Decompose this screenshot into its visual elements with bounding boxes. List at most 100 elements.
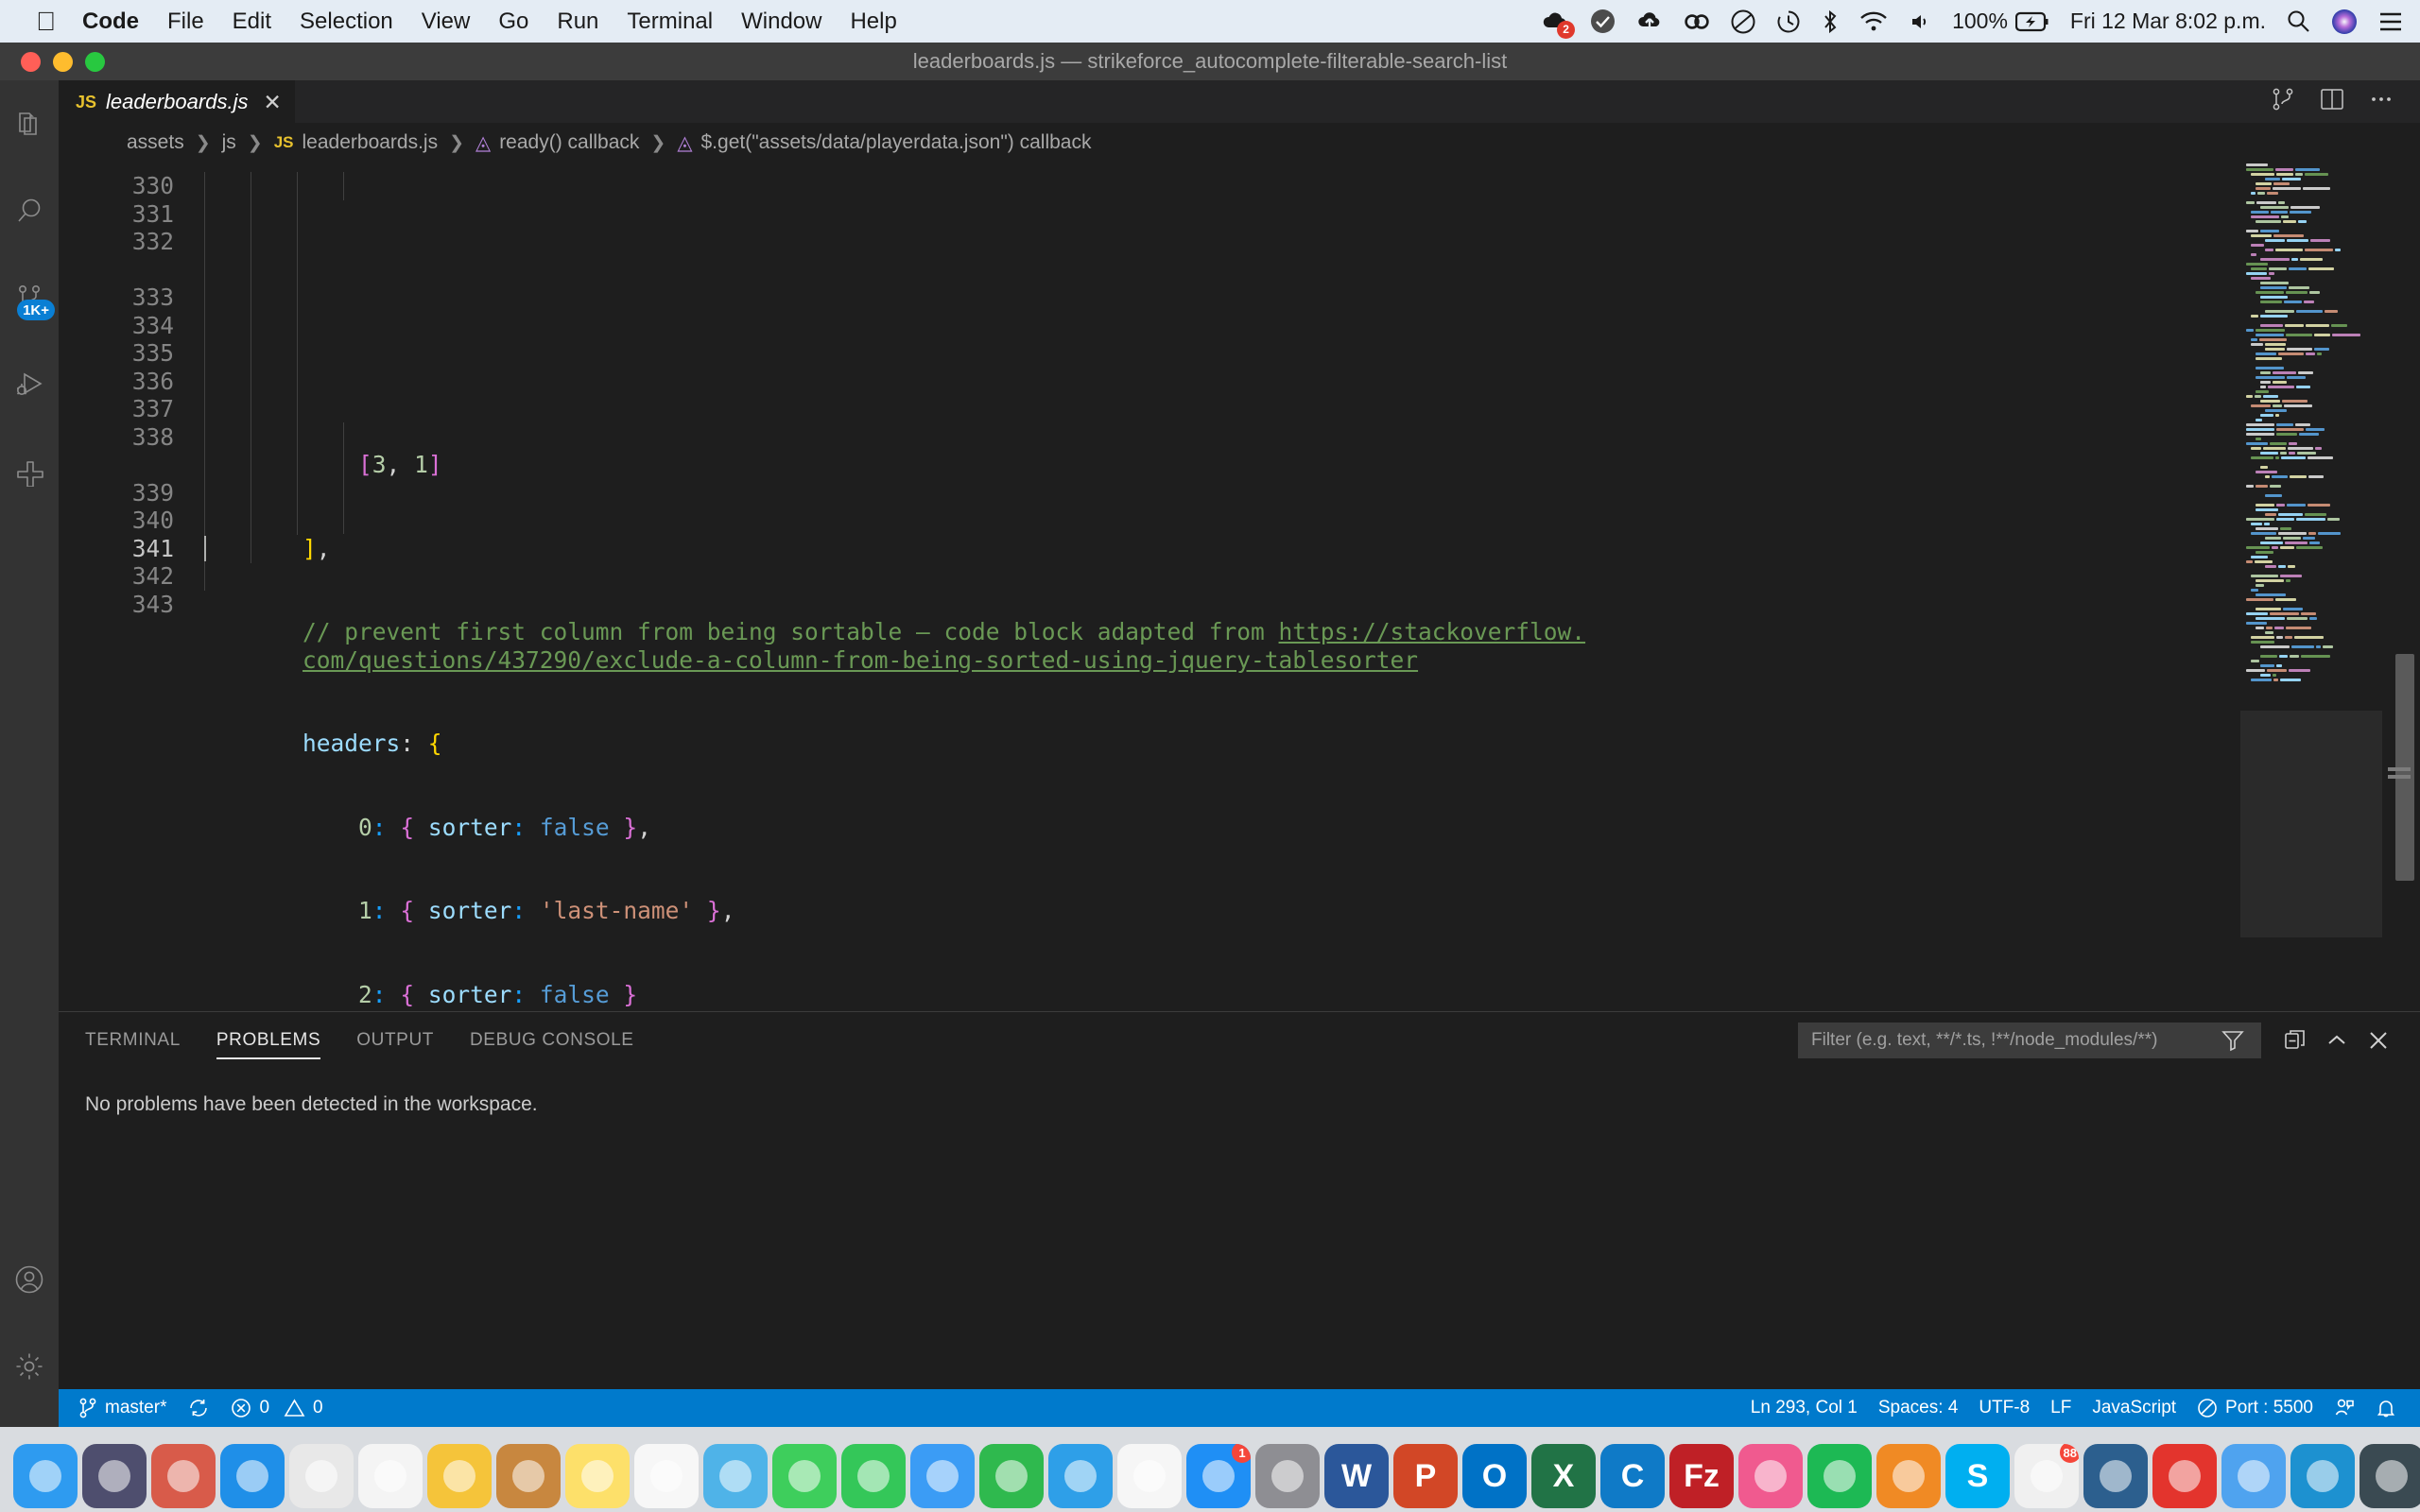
status-branch[interactable]: master* bbox=[68, 1398, 177, 1418]
dock-item-onedrive[interactable]: C bbox=[1600, 1444, 1665, 1508]
menu-bar-clock[interactable]: Fri 12 Mar 8:02 p.m. bbox=[2070, 9, 2266, 34]
dock-item-vscode[interactable] bbox=[2083, 1444, 2148, 1508]
menu-item-go[interactable]: Go bbox=[498, 9, 528, 35]
sidebar-item-search[interactable] bbox=[0, 167, 59, 254]
close-window-button[interactable] bbox=[21, 51, 41, 72]
dock-item-mail[interactable] bbox=[910, 1444, 975, 1508]
status-cursor-position[interactable]: Ln 293, Col 1 bbox=[1740, 1398, 1868, 1418]
status-remote-feedback[interactable] bbox=[2324, 1398, 2365, 1418]
breadcrumb-item-js[interactable]: js bbox=[222, 131, 236, 154]
maximize-panel-icon[interactable] bbox=[2316, 1020, 2358, 1061]
menu-item-terminal[interactable]: Terminal bbox=[627, 9, 713, 35]
time-machine-icon[interactable] bbox=[1776, 9, 1801, 34]
collapse-all-icon[interactable] bbox=[2274, 1020, 2316, 1061]
dock-item-word[interactable]: W bbox=[1324, 1444, 1389, 1508]
dock-item-skype[interactable]: S bbox=[1945, 1444, 2010, 1508]
bluetooth-icon[interactable] bbox=[1822, 9, 1839, 35]
dock-item-files[interactable] bbox=[496, 1444, 561, 1508]
battery-charging-icon[interactable] bbox=[2014, 11, 2049, 32]
status-indentation[interactable]: Spaces: 4 bbox=[1868, 1398, 1969, 1418]
tab-leaderboards-js[interactable]: JS leaderboards.js ✕ bbox=[59, 80, 295, 123]
filter-icon[interactable] bbox=[2212, 1020, 2254, 1061]
dock-item-docker[interactable] bbox=[2290, 1444, 2355, 1508]
menu-item-window[interactable]: Window bbox=[741, 9, 821, 35]
dock-item-firefox[interactable] bbox=[1876, 1444, 1941, 1508]
tab-debug-console[interactable]: DEBUG CONSOLE bbox=[470, 1012, 634, 1069]
dock-item-finder[interactable] bbox=[13, 1444, 78, 1508]
maximize-window-button[interactable] bbox=[85, 51, 105, 72]
code-editor[interactable]: 330 331 332 333 334 335 336 337 338 339 … bbox=[59, 163, 2420, 1011]
breadcrumb-item-get-callback[interactable]: ◬ $.get("assets/data/playerdata.json") c… bbox=[677, 131, 1091, 154]
upload-cloud-icon[interactable] bbox=[1636, 9, 1663, 34]
sidebar-item-source-control[interactable]: 1K+ bbox=[0, 254, 59, 341]
dock-item-chrome[interactable] bbox=[358, 1444, 423, 1508]
tab-output[interactable]: OUTPUT bbox=[356, 1012, 434, 1069]
dock-item-numbers[interactable] bbox=[979, 1444, 1044, 1508]
cloud-sync-icon[interactable]: 2 bbox=[1541, 9, 1576, 39]
close-panel-icon[interactable] bbox=[2358, 1020, 2399, 1061]
dock-item-app-store[interactable]: 1 bbox=[1186, 1444, 1251, 1508]
dock-item-photos-editor[interactable] bbox=[703, 1444, 768, 1508]
dock-item-system-preferences[interactable] bbox=[1255, 1444, 1320, 1508]
apple-icon[interactable]:  bbox=[36, 8, 56, 35]
sidebar-item-accounts[interactable] bbox=[0, 1236, 59, 1323]
volume-icon[interactable] bbox=[1909, 10, 1931, 33]
menu-item-edit[interactable]: Edit bbox=[233, 9, 271, 35]
breadcrumb-item-leaderboards-js[interactable]: JS leaderboards.js bbox=[274, 131, 438, 154]
dock-item-safari[interactable] bbox=[220, 1444, 285, 1508]
sidebar-item-manage[interactable] bbox=[0, 1323, 59, 1410]
status-language-mode[interactable]: JavaScript bbox=[2082, 1398, 2187, 1418]
status-live-server-port[interactable]: Port : 5500 bbox=[2187, 1398, 2324, 1418]
filter-input[interactable] bbox=[1811, 1030, 2212, 1051]
dock-item-excel[interactable]: X bbox=[1531, 1444, 1596, 1508]
menu-item-run[interactable]: Run bbox=[557, 9, 598, 35]
search-icon[interactable] bbox=[2287, 9, 2310, 33]
dock-item-photos[interactable] bbox=[1117, 1444, 1182, 1508]
split-editor-icon[interactable] bbox=[2320, 87, 2344, 116]
split-branch-icon[interactable] bbox=[2271, 87, 2295, 116]
moon-crescent-icon[interactable] bbox=[1731, 9, 1755, 34]
dock-item-spotify[interactable] bbox=[1807, 1444, 1872, 1508]
code-content[interactable]: [3, 1] ], // prevent first column from b… bbox=[191, 163, 2420, 1011]
checkmark-circle-icon[interactable] bbox=[1590, 9, 1616, 34]
wifi-icon[interactable] bbox=[1859, 10, 1888, 33]
dock-item-keynote[interactable] bbox=[1048, 1444, 1113, 1508]
status-errors[interactable]: 0 bbox=[220, 1398, 280, 1418]
nextcloud-icon[interactable] bbox=[1684, 9, 1710, 34]
tab-problems[interactable]: PROBLEMS bbox=[216, 1012, 321, 1069]
close-icon[interactable]: ✕ bbox=[263, 91, 281, 113]
breadcrumb-item-assets[interactable]: assets bbox=[127, 131, 184, 154]
dock-item-launchpad-rocket[interactable] bbox=[151, 1444, 216, 1508]
dock-item-virtualbox[interactable] bbox=[2360, 1444, 2420, 1508]
menu-item-code[interactable]: Code bbox=[82, 9, 139, 35]
menu-item-view[interactable]: View bbox=[422, 9, 471, 35]
status-warnings[interactable]: 0 bbox=[280, 1398, 334, 1418]
dock-item-facetime[interactable] bbox=[841, 1444, 906, 1508]
dock-item-messages[interactable] bbox=[772, 1444, 837, 1508]
dock-item-slack[interactable]: 88 bbox=[2014, 1444, 2079, 1508]
dock-item-sketch[interactable] bbox=[427, 1444, 492, 1508]
more-actions-icon[interactable] bbox=[2369, 87, 2394, 116]
status-encoding[interactable]: UTF-8 bbox=[1968, 1398, 2040, 1418]
menu-item-file[interactable]: File bbox=[167, 9, 204, 35]
dock-item-siri[interactable] bbox=[82, 1444, 147, 1508]
dock-item-launchpad[interactable] bbox=[289, 1444, 354, 1508]
minimap-slider[interactable] bbox=[2240, 711, 2382, 937]
dock-item-filezilla[interactable]: Fz bbox=[1669, 1444, 1734, 1508]
dock-item-notes[interactable] bbox=[565, 1444, 630, 1508]
status-eol[interactable]: LF bbox=[2040, 1398, 2082, 1418]
problems-filter[interactable] bbox=[1798, 1022, 2261, 1058]
menu-item-help[interactable]: Help bbox=[850, 9, 896, 35]
siri-icon[interactable] bbox=[2331, 9, 2358, 35]
breadcrumb-item-ready-callback[interactable]: ◬ ready() callback bbox=[475, 131, 639, 154]
menu-item-selection[interactable]: Selection bbox=[300, 9, 393, 35]
sidebar-item-explorer[interactable] bbox=[0, 80, 59, 167]
dock-item-preview[interactable] bbox=[2221, 1444, 2286, 1508]
sidebar-item-extensions[interactable] bbox=[0, 428, 59, 515]
dock-item-outlook[interactable]: O bbox=[1462, 1444, 1527, 1508]
dock-item-reminders[interactable] bbox=[634, 1444, 699, 1508]
status-sync[interactable] bbox=[177, 1398, 220, 1418]
dock-item-powerpoint[interactable]: P bbox=[1393, 1444, 1458, 1508]
dock-item-acrobat[interactable] bbox=[2152, 1444, 2217, 1508]
control-center-icon[interactable] bbox=[2378, 11, 2403, 32]
